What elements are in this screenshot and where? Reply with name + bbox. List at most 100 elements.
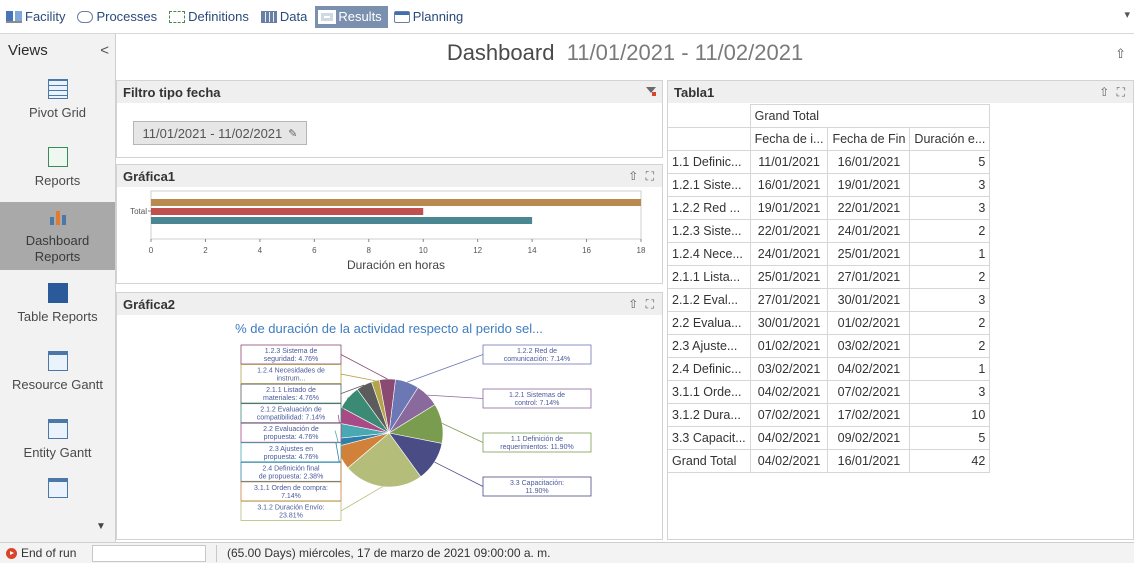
sidebar-scroll-down-icon[interactable]: ▼ xyxy=(96,521,106,532)
row-label: 2.2 Evalua... xyxy=(668,311,751,335)
clear-filter-icon[interactable] xyxy=(646,87,656,97)
slice-label: comunicación: 7.14% xyxy=(504,356,571,363)
slice-label: materiales: 4.76% xyxy=(263,395,319,402)
duration-cell: 1 xyxy=(909,357,991,381)
start-date-cell: 04/02/2021 xyxy=(749,426,829,450)
grafica1-export-maximize-icons[interactable]: ⇧ ⛶ xyxy=(628,169,656,184)
table-row[interactable]: 1.2.1 Siste... 16/01/2021 19/01/2021 3 xyxy=(668,173,991,197)
sidebar-item-resource-gantt[interactable]: Resource Gantt xyxy=(0,338,115,406)
start-date-cell: 24/01/2021 xyxy=(749,242,829,266)
end-date-cell: 04/02/2021 xyxy=(827,357,911,381)
duration-cell: 3 xyxy=(909,173,991,197)
slice-label: 3.3 Capacitación: xyxy=(510,480,564,487)
end-of-run-icon xyxy=(6,547,17,559)
slice-label: 1.2.4 Necesidades de xyxy=(257,368,325,375)
end-date-cell: 25/01/2021 xyxy=(827,242,911,266)
slice-label: 2.1.2 Evaluación de xyxy=(260,407,322,414)
slice-label: 23.81% xyxy=(279,512,303,519)
table-row[interactable]: 1.2.4 Nece... 24/01/2021 25/01/2021 1 xyxy=(668,242,991,266)
grafica2-title: Gráfica2 xyxy=(123,296,176,312)
dashboard-title: Dashboard 11/01/2021 - 11/02/2021 xyxy=(446,40,804,65)
x-tick-label: 2 xyxy=(203,246,208,255)
table-row[interactable]: 2.2 Evalua... 30/01/2021 01/02/2021 2 xyxy=(668,311,991,335)
sidebar-item-reports[interactable]: Reports xyxy=(0,134,115,202)
grafica1-title: Gráfica1 xyxy=(123,168,176,184)
table-row[interactable]: 2.3 Ajuste... 01/02/2021 03/02/2021 2 xyxy=(668,334,991,358)
table-row[interactable]: 2.1.2 Eval... 27/01/2021 30/01/2021 3 xyxy=(668,288,991,312)
table-reports-icon xyxy=(47,283,68,303)
x-axis-label: Duración en horas xyxy=(347,258,445,272)
duration-cell: 3 xyxy=(909,380,991,404)
col-header-start[interactable]: Fecha de i... xyxy=(749,127,829,151)
date-range-filter[interactable]: 11/01/2021 - 11/02/2021 ✎ xyxy=(133,121,307,145)
x-tick-label: 10 xyxy=(419,246,428,255)
planning-icon xyxy=(393,10,410,23)
grafica2-export-maximize-icons[interactable]: ⇧ ⛶ xyxy=(628,297,656,312)
start-date-cell: 22/01/2021 xyxy=(749,219,829,243)
data-icon xyxy=(260,10,277,23)
slice-label: 3.1.1 Orden de compra: xyxy=(254,485,328,492)
table-row[interactable]: 2.4 Definic... 03/02/2021 04/02/2021 1 xyxy=(668,357,991,381)
start-date-cell: 25/01/2021 xyxy=(749,265,829,289)
sidebar-item-more[interactable] xyxy=(0,474,115,514)
label-leader-line xyxy=(427,394,484,399)
start-date-cell: 27/01/2021 xyxy=(749,288,829,312)
slice-label: 11.90% xyxy=(525,488,548,495)
dashboard-area: Dashboard 11/01/2021 - 11/02/2021 ⇧ Filt… xyxy=(116,34,1134,542)
table-row[interactable]: 1.2.2 Red ... 19/01/2021 22/01/2021 3 xyxy=(668,196,991,220)
sidebar-item-pivot-grid[interactable]: Pivot Grid xyxy=(0,66,115,134)
table-row[interactable]: 3.3 Capacit... 04/02/2021 09/02/2021 5 xyxy=(668,426,991,450)
definitions-icon xyxy=(169,10,186,23)
tab-results[interactable]: Results xyxy=(315,5,388,28)
duration-cell: 10 xyxy=(909,403,991,427)
tab-processes[interactable]: Processes xyxy=(73,6,163,28)
col-header-duration[interactable]: Duración e... xyxy=(909,127,991,151)
col-header-end[interactable]: Fecha de Fin xyxy=(827,127,911,151)
slice-label: 3.1.2 Duración Envío: xyxy=(257,504,324,511)
row-label: 3.1.2 Dura... xyxy=(668,403,751,427)
processes-icon xyxy=(77,10,94,23)
label-leader-line xyxy=(407,354,484,383)
table-row[interactable]: 1.2.3 Siste... 22/01/2021 24/01/2021 2 xyxy=(668,219,991,243)
end-date-cell: 19/01/2021 xyxy=(827,173,911,197)
entity-gantt-icon xyxy=(47,419,68,439)
tabla1-export-maximize-icons[interactable]: ⇧ ⛶ xyxy=(1099,85,1127,100)
end-date-cell: 17/02/2021 xyxy=(827,403,911,427)
views-title: Views xyxy=(8,41,48,59)
tab-planning[interactable]: Planning xyxy=(390,6,470,28)
row-label: 3.3 Capacit... xyxy=(668,426,751,450)
slice-label: control: 7.14% xyxy=(515,400,560,407)
x-tick-label: 18 xyxy=(637,246,646,255)
tabs-overflow-icon[interactable]: ▾ xyxy=(1124,8,1130,21)
export-dashboard-icon[interactable]: ⇧ xyxy=(1115,46,1126,62)
tab-data[interactable]: Data xyxy=(257,6,313,28)
collapse-sidebar-button[interactable]: < xyxy=(100,42,109,59)
table-row[interactable]: 3.1.2 Dura... 07/02/2021 17/02/2021 10 xyxy=(668,403,991,427)
sidebar-item-entity-gantt[interactable]: Entity Gantt xyxy=(0,406,115,474)
end-date-cell: 24/01/2021 xyxy=(827,219,911,243)
row-label: 2.1.1 Lista... xyxy=(668,265,751,289)
table-row[interactable]: 2.1.1 Lista... 25/01/2021 27/01/2021 2 xyxy=(668,265,991,289)
status-info: (65.00 Days) miércoles, 17 de marzo de 2… xyxy=(227,546,551,560)
slice-label: 1.2.3 Sistema de xyxy=(265,348,318,355)
label-leader-line xyxy=(441,423,484,443)
slice-label: propuesta: 4.76% xyxy=(264,454,319,461)
pivot-grid-icon xyxy=(47,79,68,99)
bar xyxy=(151,217,533,224)
sidebar-item-table-reports[interactable]: Table Reports xyxy=(0,270,115,338)
category-label: Total xyxy=(130,207,147,216)
grand-total-row: Grand Total 04/02/2021 16/01/2021 42 xyxy=(668,449,991,473)
x-tick-label: 16 xyxy=(582,246,591,255)
sidebar-item-dashboard-reports[interactable]: Dashboard Reports xyxy=(0,202,115,270)
bar xyxy=(151,208,424,215)
table-row[interactable]: 1.1 Definic... 11/01/2021 16/01/2021 5 xyxy=(668,150,991,174)
end-date-cell: 16/01/2021 xyxy=(827,150,911,174)
start-date-cell: 11/01/2021 xyxy=(749,150,829,174)
slice-label: 1.1 Definición de xyxy=(511,436,563,443)
views-header: Views < xyxy=(0,34,115,66)
grafica1-panel: Gráfica1 ⇧ ⛶ Total 0 2 4 6 8 10 12 14 16 18 Duració… xyxy=(116,164,663,284)
tab-definitions[interactable]: Definitions xyxy=(165,6,255,28)
table-row[interactable]: 3.1.1 Orde... 04/02/2021 07/02/2021 3 xyxy=(668,380,991,404)
tab-facility[interactable]: Facility xyxy=(2,6,71,28)
reports-icon xyxy=(47,147,68,167)
